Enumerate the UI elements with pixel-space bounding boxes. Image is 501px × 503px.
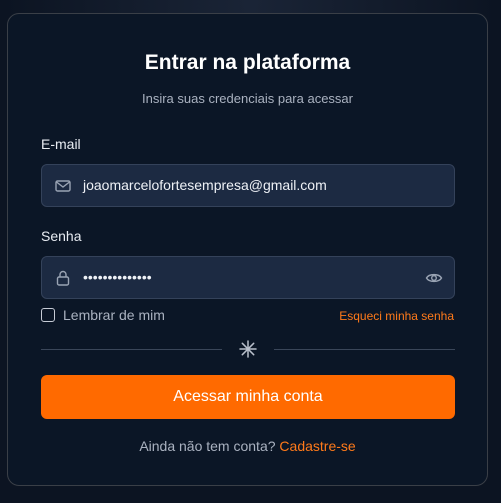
sparkle-icon [238, 339, 258, 359]
remember-checkbox[interactable] [41, 308, 55, 322]
page-subtitle: Insira suas credenciais para acessar [142, 91, 353, 106]
password-value: •••••••••••••• [83, 269, 152, 285]
signup-prompt-text: Ainda não tem conta? [139, 438, 276, 454]
forgot-password-link[interactable]: Esqueci minha senha [339, 309, 454, 323]
signup-prompt: Ainda não tem conta? Cadastre-se [8, 438, 487, 454]
email-label: E-mail [41, 136, 81, 152]
eye-icon[interactable] [425, 269, 443, 287]
signup-link[interactable]: Cadastre-se [279, 438, 355, 454]
divider-line-left [41, 349, 222, 350]
remember-me[interactable]: Lembrar de mim [41, 307, 165, 323]
remember-label: Lembrar de mim [63, 307, 165, 323]
divider-line-right [274, 349, 455, 350]
login-card: Entrar na plataforma Insira suas credenc… [7, 13, 488, 486]
submit-button[interactable]: Acessar minha conta [41, 375, 455, 419]
email-value: joaomarcelofortesempresa@gmail.com [83, 177, 327, 193]
lock-icon [54, 269, 72, 287]
page-title: Entrar na plataforma [144, 51, 351, 74]
email-field[interactable]: joaomarcelofortesempresa@gmail.com [41, 164, 455, 207]
password-field[interactable]: •••••••••••••• [41, 256, 455, 299]
password-label: Senha [41, 228, 82, 244]
mail-icon [54, 177, 72, 195]
